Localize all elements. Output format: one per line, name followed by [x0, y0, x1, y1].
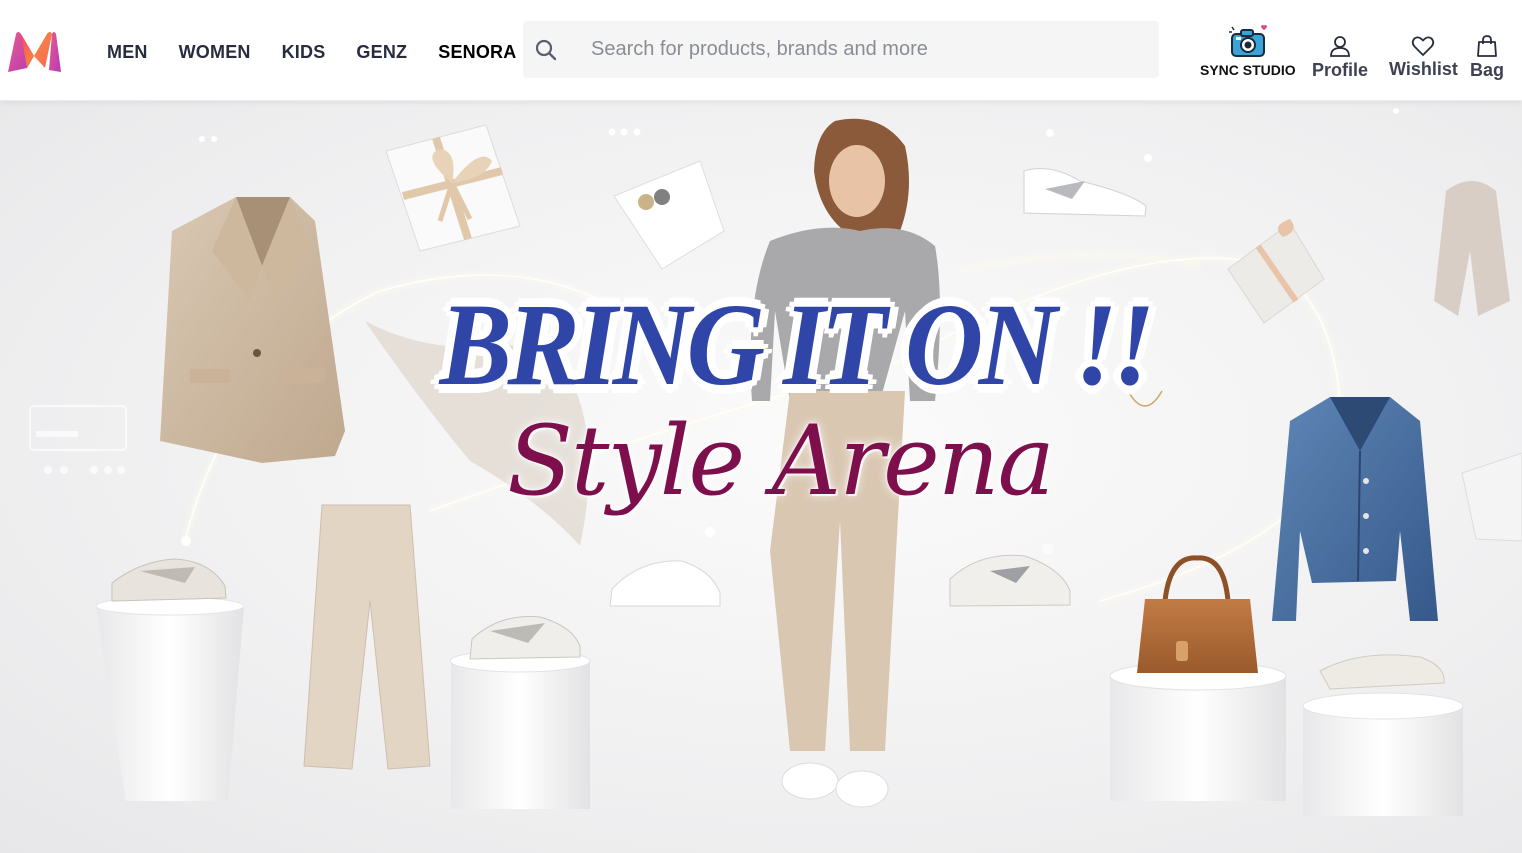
- nav-genz[interactable]: GENZ: [356, 42, 407, 63]
- bag-button[interactable]: Bag: [1470, 34, 1504, 81]
- sync-studio-label: SYNC STUDIO: [1200, 62, 1296, 78]
- wishlist-button[interactable]: Wishlist: [1389, 35, 1458, 80]
- hero-banner[interactable]: BRING IT ON !! Style Arena: [0, 101, 1522, 853]
- nav-men[interactable]: MEN: [107, 42, 148, 63]
- nav-kids[interactable]: KIDS: [282, 42, 326, 63]
- sync-studio-button[interactable]: SYNC STUDIO: [1200, 24, 1296, 78]
- heart-icon: [1412, 36, 1435, 56]
- bag-icon: [1477, 35, 1497, 57]
- user-icon: [1330, 36, 1350, 57]
- search-bar: [523, 21, 1159, 78]
- search-icon[interactable]: [534, 38, 558, 62]
- search-input[interactable]: [591, 38, 1131, 61]
- nav-women[interactable]: WOMEN: [179, 42, 251, 63]
- bag-label: Bag: [1470, 60, 1505, 80]
- profile-button[interactable]: Profile: [1312, 34, 1368, 81]
- nav-senora[interactable]: SENORA: [438, 42, 516, 63]
- top-header: MEN WOMEN KIDS GENZ SENORA SYNC STUDIO: [0, 0, 1522, 101]
- hero-headline: BRING IT ON !!: [439, 279, 1155, 410]
- myntra-logo[interactable]: [5, 30, 63, 74]
- hero-subline: Style Arena: [507, 405, 1055, 517]
- profile-label: Profile: [1312, 60, 1369, 80]
- main-nav: MEN WOMEN KIDS GENZ SENORA: [107, 42, 547, 63]
- wishlist-label: Wishlist: [1389, 59, 1458, 79]
- camera-icon: [1228, 25, 1267, 57]
